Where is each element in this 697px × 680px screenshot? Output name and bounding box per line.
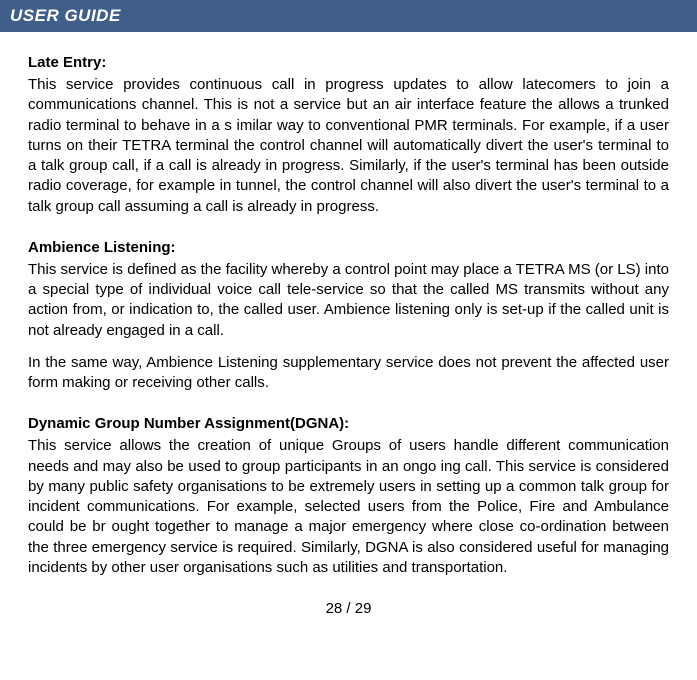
section-paragraph: This service is defined as the facility … xyxy=(28,260,669,341)
section-dgna: Dynamic Group Number Assignment(DGNA): T… xyxy=(28,415,669,578)
section-paragraph: In the same way, Ambience Listening supp… xyxy=(28,353,669,394)
section-paragraph: This service provides continuous call in… xyxy=(28,75,669,217)
header-bar: USER GUIDE xyxy=(0,0,697,32)
section-paragraph: This service allows the creation of uniq… xyxy=(28,436,669,578)
section-title: Ambience Listening: xyxy=(28,239,669,256)
header-title: USER GUIDE xyxy=(10,6,121,25)
section-title: Dynamic Group Number Assignment(DGNA): xyxy=(28,415,669,432)
page-number: 28 / 29 xyxy=(28,600,669,617)
section-title: Late Entry: xyxy=(28,54,669,71)
section-late-entry: Late Entry: This service provides contin… xyxy=(28,54,669,217)
page-content: Late Entry: This service provides contin… xyxy=(0,54,697,617)
section-ambience-listening: Ambience Listening: This service is defi… xyxy=(28,239,669,394)
